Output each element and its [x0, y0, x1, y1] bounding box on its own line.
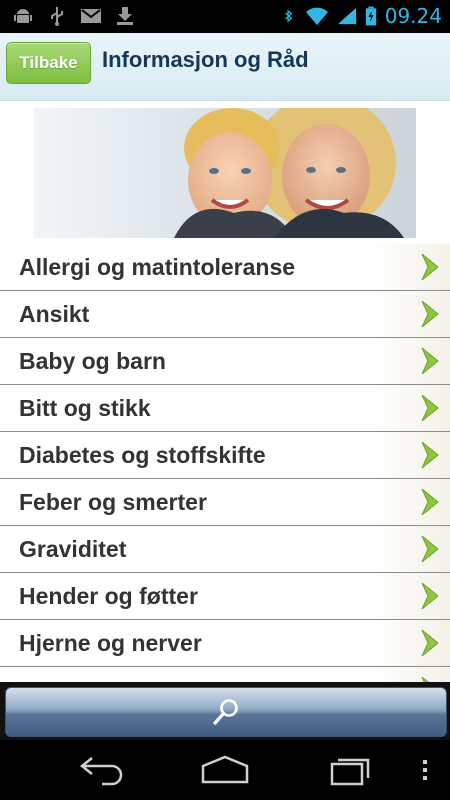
chevron-right-icon — [421, 676, 429, 682]
chevron-right-icon — [421, 300, 439, 328]
banner-image — [34, 108, 416, 238]
list-item-label: Hender og føtter — [19, 583, 198, 609]
chevron-right-icon — [421, 253, 439, 281]
battery-charging-icon — [365, 6, 376, 26]
chevron-right-icon — [421, 488, 439, 516]
signal-icon — [337, 7, 356, 25]
search-bar — [0, 682, 450, 740]
list-item[interactable] — [0, 667, 450, 682]
list-item-label: Allergi og matintoleranse — [19, 254, 296, 280]
recent-apps-icon[interactable] — [328, 754, 374, 786]
chevron-right-icon — [421, 582, 439, 610]
download-icon — [117, 7, 133, 25]
list-item[interactable]: Diabetes og stoffskifte — [0, 432, 450, 479]
list-item[interactable]: Hjerne og nerver — [0, 620, 450, 667]
list-item-label: Diabetes og stoffskifte — [19, 442, 266, 468]
list-item-label: Bitt og stikk — [19, 395, 151, 421]
list-item[interactable]: Feber og smerter — [0, 479, 450, 526]
list-item[interactable]: Baby og barn — [0, 338, 450, 385]
back-icon[interactable] — [76, 754, 124, 786]
chevron-right-icon — [421, 394, 439, 422]
list-item[interactable]: Allergi og matintoleranse — [0, 244, 450, 291]
chevron-right-icon — [421, 441, 439, 469]
banner-illustration — [34, 108, 416, 238]
chevron-right-icon — [421, 535, 439, 563]
list-item-label: Graviditet — [19, 536, 127, 562]
status-bar: 09.24 — [0, 0, 450, 33]
list-item-label: Hjerne og nerver — [19, 630, 202, 656]
navigation-bar — [0, 740, 450, 800]
home-icon[interactable] — [200, 754, 250, 786]
overflow-menu-icon[interactable] — [420, 754, 430, 786]
app-header: Tilbake Informasjon og Råd — [0, 33, 450, 101]
android-debug-icon — [14, 9, 32, 23]
status-time: 09.24 — [384, 4, 442, 28]
list-item-label: Baby og barn — [19, 348, 166, 374]
back-button[interactable]: Tilbake — [6, 42, 91, 84]
list-item[interactable]: Graviditet — [0, 526, 450, 573]
chevron-right-icon — [421, 629, 439, 657]
topic-list: Allergi og matintoleranse Ansikt Baby og… — [0, 244, 450, 682]
list-item-label: Ansikt — [19, 301, 90, 327]
chevron-right-icon — [421, 347, 439, 375]
search-button[interactable] — [5, 687, 447, 737]
page-title: Informasjon og Råd — [102, 47, 309, 72]
usb-icon — [51, 7, 63, 26]
search-icon — [213, 699, 238, 725]
gmail-icon — [81, 9, 101, 23]
wifi-icon — [305, 7, 328, 25]
bluetooth-icon — [284, 9, 292, 23]
list-item-label: Feber og smerter — [19, 489, 207, 515]
list-item[interactable]: Ansikt — [0, 291, 450, 338]
list-item[interactable]: Hender og føtter — [0, 573, 450, 620]
list-item[interactable]: Bitt og stikk — [0, 385, 450, 432]
